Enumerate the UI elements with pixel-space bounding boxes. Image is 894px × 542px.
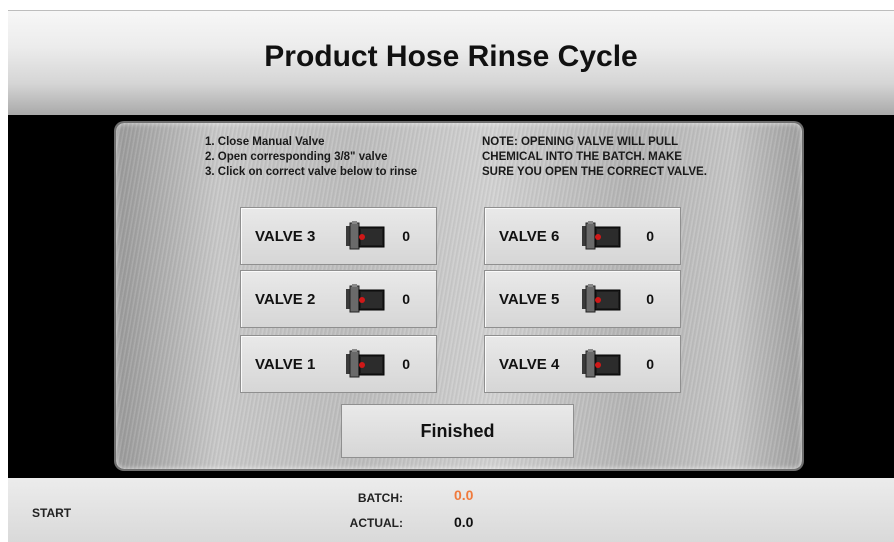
valve-actuator-icon	[346, 284, 386, 314]
valve-actuator-icon	[582, 284, 622, 314]
note-line-3: SURE YOU OPEN THE CORRECT VALVE.	[482, 166, 707, 178]
page-title: Product Hose Rinse Cycle	[264, 40, 638, 73]
valve-actuator-icon	[582, 349, 622, 379]
finished-button[interactable]: Finished	[341, 404, 574, 458]
status-footer: START BATCH: 0.0 ACTUAL: 0.0	[8, 478, 894, 542]
valve-3-button[interactable]: VALVE 3 0	[240, 207, 437, 265]
valve-count: 0	[646, 228, 654, 244]
instruction-step-1: 1. Close Manual Valve	[205, 136, 325, 148]
valve-label: VALVE 5	[499, 291, 560, 308]
valve-count: 0	[646, 356, 654, 372]
main-area: 1. Close Manual Valve 2. Open correspond…	[8, 115, 894, 478]
brushed-metal-panel: 1. Close Manual Valve 2. Open correspond…	[116, 123, 802, 469]
instructions-steps: 1. Close Manual Valve 2. Open correspond…	[205, 135, 417, 180]
note-line-2: CHEMICAL INTO THE BATCH. MAKE	[482, 151, 682, 163]
instruction-step-2: 2. Open corresponding 3/8" valve	[205, 151, 388, 163]
batch-label: BATCH:	[357, 491, 403, 505]
note-line-1: NOTE: OPENING VALVE WILL PULL	[482, 136, 679, 148]
valve-1-button[interactable]: VALVE 1 0	[240, 335, 437, 393]
title-bar: Product Hose Rinse Cycle	[8, 10, 894, 115]
valve-label: VALVE 1	[255, 356, 316, 373]
actual-label: ACTUAL:	[349, 516, 403, 530]
valve-actuator-icon	[582, 221, 622, 251]
valve-count: 0	[402, 291, 410, 307]
valve-6-button[interactable]: VALVE 6 0	[484, 207, 681, 265]
valve-5-button[interactable]: VALVE 5 0	[484, 270, 681, 328]
valve-count: 0	[402, 356, 410, 372]
valve-4-button[interactable]: VALVE 4 0	[484, 335, 681, 393]
valve-count: 0	[646, 291, 654, 307]
valve-label: VALVE 2	[255, 291, 316, 308]
valve-actuator-icon	[346, 349, 386, 379]
valve-actuator-icon	[346, 221, 386, 251]
valve-label: VALVE 4	[499, 356, 560, 373]
instructions-note: NOTE: OPENING VALVE WILL PULL CHEMICAL I…	[482, 135, 707, 180]
valve-2-button[interactable]: VALVE 2 0	[240, 270, 437, 328]
valve-label: VALVE 6	[499, 228, 560, 245]
instruction-step-3: 3. Click on correct valve below to rinse	[205, 166, 418, 178]
start-label: START	[32, 506, 72, 520]
valve-label: VALVE 3	[255, 228, 316, 245]
valve-count: 0	[402, 228, 410, 244]
actual-value: 0.0	[454, 514, 474, 530]
batch-value: 0.0	[454, 487, 474, 503]
